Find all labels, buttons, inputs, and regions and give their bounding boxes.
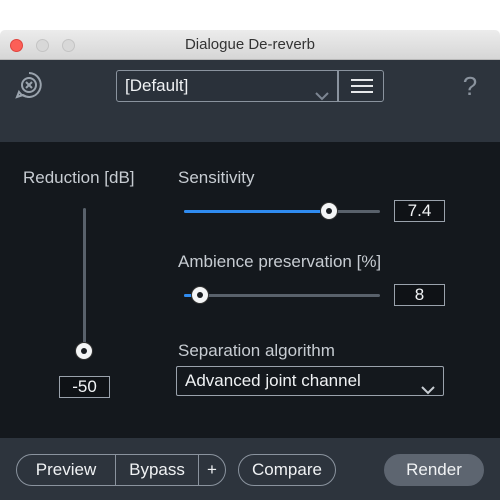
reduction-label: Reduction [dB]: [23, 168, 135, 187]
sensitivity-label: Sensitivity: [178, 168, 255, 187]
sensitivity-slider-fill: [184, 210, 330, 213]
reduction-value-field[interactable]: -50: [59, 376, 110, 398]
algorithm-label: Separation algorithm: [178, 341, 335, 360]
render-button[interactable]: Render: [384, 454, 484, 486]
sensitivity-slider-thumb[interactable]: [320, 202, 339, 220]
chevron-down-icon: [421, 376, 435, 404]
reduction-slider-track[interactable]: [83, 208, 86, 358]
reduction-slider-thumb[interactable]: [75, 341, 93, 360]
window-title: Dialogue De-reverb: [184, 36, 316, 53]
chevron-down-icon: [315, 81, 329, 111]
ambience-slider-thumb[interactable]: [190, 286, 209, 304]
plugin-window: Dialogue De-reverb [Default] ? Reduction…: [0, 30, 500, 500]
preview-button[interactable]: Preview: [16, 454, 116, 486]
ambience-value-field[interactable]: 8: [394, 284, 445, 306]
title-bar: Dialogue De-reverb: [0, 30, 500, 60]
sensitivity-value-field[interactable]: 7.4: [394, 200, 445, 222]
algorithm-dropdown[interactable]: Advanced joint channel: [176, 366, 444, 396]
compare-button[interactable]: Compare: [238, 454, 336, 486]
ambience-label: Ambience preservation [%]: [178, 252, 382, 271]
module-logo-icon[interactable]: [14, 70, 44, 100]
hamburger-menu-icon[interactable]: [338, 70, 384, 102]
ambience-slider-track[interactable]: [184, 294, 380, 297]
preset-value: [Default]: [125, 76, 189, 95]
algorithm-value: Advanced joint channel: [185, 371, 361, 390]
preset-dropdown[interactable]: [Default]: [116, 70, 338, 102]
help-icon[interactable]: ?: [458, 70, 482, 102]
bypass-button[interactable]: Bypass: [115, 454, 199, 486]
